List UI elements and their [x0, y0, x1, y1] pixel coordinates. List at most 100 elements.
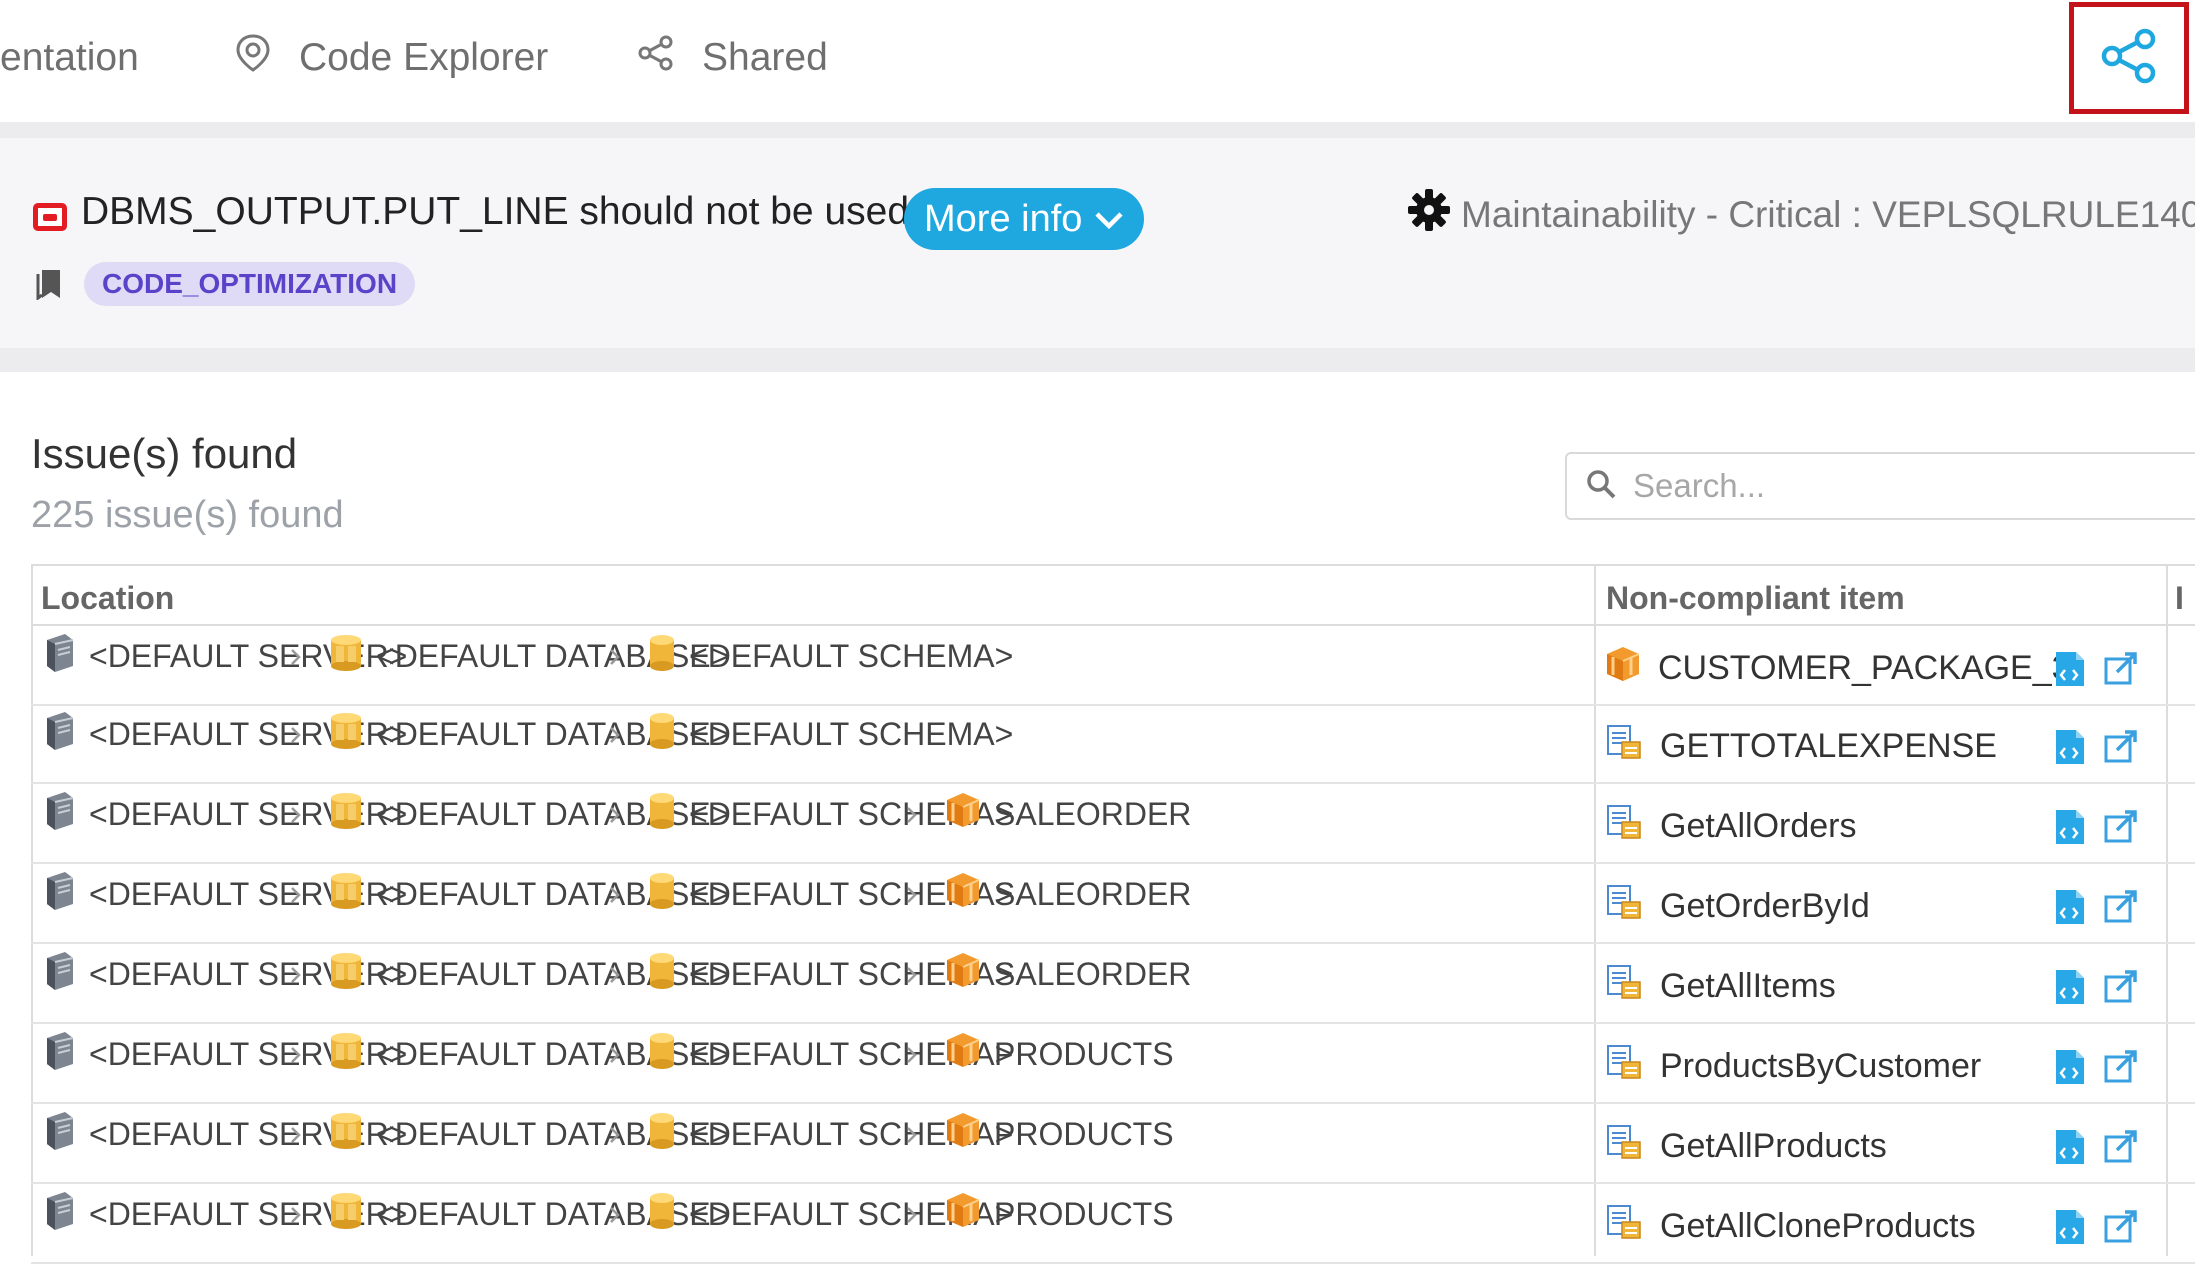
location-segment[interactable]: SALEORDER: [944, 793, 1191, 834]
nav-tab-label: Shared: [702, 36, 828, 79]
table-row[interactable]: <DEFAULT SERVER> <DEFAULT DATABASE> <DEFAU…: [31, 1184, 2195, 1264]
search-input[interactable]: [1631, 466, 2195, 506]
location-segment-label: SALEORDER: [994, 955, 1192, 992]
breadcrumb-separator-icon: [608, 880, 622, 914]
location-segment[interactable]: SALEORDER: [944, 873, 1192, 914]
open-external-icon[interactable]: [2103, 968, 2139, 1009]
database-icon: [328, 790, 376, 838]
non-compliant-item-label: ProductsByCustomer: [1660, 1047, 1982, 1085]
view-code-icon[interactable]: [2052, 728, 2086, 771]
breadcrumb-separator-icon: [608, 642, 622, 676]
open-external-icon[interactable]: [2103, 1128, 2139, 1169]
rule-title: DBMS_OUTPUT.PUT_LINE should not be used: [81, 190, 910, 233]
breadcrumb-separator-icon: [905, 1200, 919, 1234]
column-header-extra[interactable]: I: [2175, 580, 2184, 617]
nav-tab-documentation[interactable]: entation: [0, 30, 139, 86]
package-icon: [944, 1030, 994, 1078]
location-segment-label: PRODUCTS: [994, 1195, 1174, 1232]
location-segment[interactable]: <DEFAULT SCHEMA>: [647, 711, 1014, 757]
open-external-icon[interactable]: [2103, 1208, 2139, 1249]
view-code-icon[interactable]: [2052, 650, 2086, 693]
location-segment[interactable]: PRODUCTS: [944, 1193, 1174, 1234]
breadcrumb-separator-icon: [905, 960, 919, 994]
column-header-non-compliant-item[interactable]: Non-compliant item: [1606, 580, 1905, 617]
non-compliant-item[interactable]: ProductsByCustomer: [1604, 1042, 1981, 1091]
server-icon: [41, 632, 89, 680]
open-external-icon[interactable]: [2103, 808, 2139, 849]
divider: [0, 122, 2195, 138]
non-compliant-item-label: GetAllCloneProducts: [1660, 1207, 1976, 1245]
non-compliant-item-label: GETTOTALEXPENSE: [1660, 727, 1997, 765]
database-icon: [328, 632, 376, 680]
table-row[interactable]: <DEFAULT SERVER> <DEFAULT DATABASE> <DEFAU…: [31, 784, 2195, 864]
issues-title: Issue(s) found: [31, 430, 298, 477]
server-icon: [41, 870, 89, 918]
share-button[interactable]: [2069, 2, 2189, 114]
server-icon: [41, 710, 89, 758]
server-icon: [41, 950, 89, 998]
non-compliant-item[interactable]: CUSTOMER_PACKAGE_3: [1604, 644, 2071, 693]
non-compliant-item[interactable]: GetAllCloneProducts: [1604, 1202, 1976, 1251]
column-header-location[interactable]: Location: [41, 580, 174, 617]
view-code-icon[interactable]: [2052, 808, 2086, 851]
divider: [0, 348, 2195, 372]
non-compliant-item[interactable]: GetOrderById: [1604, 882, 1870, 931]
location-segment[interactable]: <DEFAULT SCHEMA>: [647, 633, 1013, 679]
procedure-icon: [1604, 722, 1660, 771]
view-code-icon[interactable]: [2052, 888, 2086, 931]
location-segment[interactable]: SALEORDER: [944, 953, 1192, 994]
schema-icon: [647, 871, 689, 917]
schema-icon: [647, 1111, 689, 1157]
breadcrumb-separator-icon: [608, 1200, 622, 1234]
location-segment[interactable]: PRODUCTS: [944, 1113, 1174, 1154]
package-icon: [944, 790, 994, 838]
breadcrumb-separator-icon: [905, 1120, 919, 1154]
server-icon: [41, 1110, 89, 1158]
breadcrumb-separator-icon: [905, 1040, 919, 1074]
breadcrumb-separator-icon: [608, 960, 622, 994]
search-icon: [1567, 468, 1631, 505]
table-header: Location Non-compliant item I: [31, 564, 2195, 626]
database-icon: [328, 950, 376, 998]
open-external-icon[interactable]: [2103, 1048, 2139, 1089]
table-row[interactable]: <DEFAULT SERVER> <DEFAULT DATABASE> <DEFAU…: [31, 944, 2195, 1024]
table-row[interactable]: <DEFAULT SERVER> <DEFAULT DATABASE> <DEFAU…: [31, 1024, 2195, 1104]
open-external-icon[interactable]: [2103, 650, 2139, 691]
view-code-icon[interactable]: [2052, 968, 2086, 1011]
nav-tab-code-explorer[interactable]: Code Explorer: [235, 30, 548, 86]
table-row[interactable]: <DEFAULT SERVER> <DEFAULT DATABASE> <DEFAU…: [31, 1104, 2195, 1184]
database-icon: [328, 1030, 376, 1078]
open-external-icon[interactable]: [2103, 728, 2139, 769]
share-icon: [638, 35, 702, 81]
non-compliant-item-label: GetAllProducts: [1660, 1127, 1887, 1165]
location-segment-label: <DEFAULT SCHEMA>: [689, 715, 1014, 752]
rule-meta: Maintainability - Critical : VEPLSQLRULE…: [1407, 188, 2195, 241]
schema-icon: [647, 633, 689, 679]
schema-icon: [647, 1031, 689, 1077]
non-compliant-item[interactable]: GETTOTALEXPENSE: [1604, 722, 1997, 771]
breadcrumb-separator-icon: [905, 800, 919, 834]
issues-count: 225 issue(s) found: [31, 494, 344, 536]
more-info-button[interactable]: More info: [904, 188, 1144, 250]
table-row[interactable]: <DEFAULT SERVER> <DEFAULT DATABASE> <DEFAU…: [31, 864, 2195, 944]
schema-icon: [647, 951, 689, 997]
breadcrumb-separator-icon: [608, 1040, 622, 1074]
view-code-icon[interactable]: [2052, 1048, 2086, 1091]
view-code-icon[interactable]: [2052, 1128, 2086, 1171]
nav-tab-shared[interactable]: Shared: [638, 30, 828, 86]
table-row[interactable]: <DEFAULT SERVER> <DEFAULT DATABASE> <DEFAU…: [31, 626, 2195, 706]
location-segment-label: SALEORDER: [994, 875, 1192, 912]
schema-icon: [647, 1191, 689, 1237]
table-row[interactable]: <DEFAULT SERVER> <DEFAULT DATABASE> <DEFAU…: [31, 704, 2195, 784]
non-compliant-item[interactable]: GetAllItems: [1604, 962, 1836, 1011]
nav-tab-label: entation: [0, 36, 139, 79]
category-tag: CODE_OPTIMIZATION: [84, 262, 416, 306]
schema-icon: [647, 711, 689, 757]
open-external-icon[interactable]: [2103, 888, 2139, 929]
non-compliant-item[interactable]: GetAllProducts: [1604, 1122, 1887, 1171]
location-segment[interactable]: PRODUCTS: [944, 1033, 1174, 1074]
server-icon: [41, 1190, 89, 1238]
breadcrumb-separator-icon: [289, 1120, 303, 1154]
non-compliant-item[interactable]: GetAllOrders: [1604, 802, 1857, 851]
view-code-icon[interactable]: [2052, 1208, 2086, 1251]
